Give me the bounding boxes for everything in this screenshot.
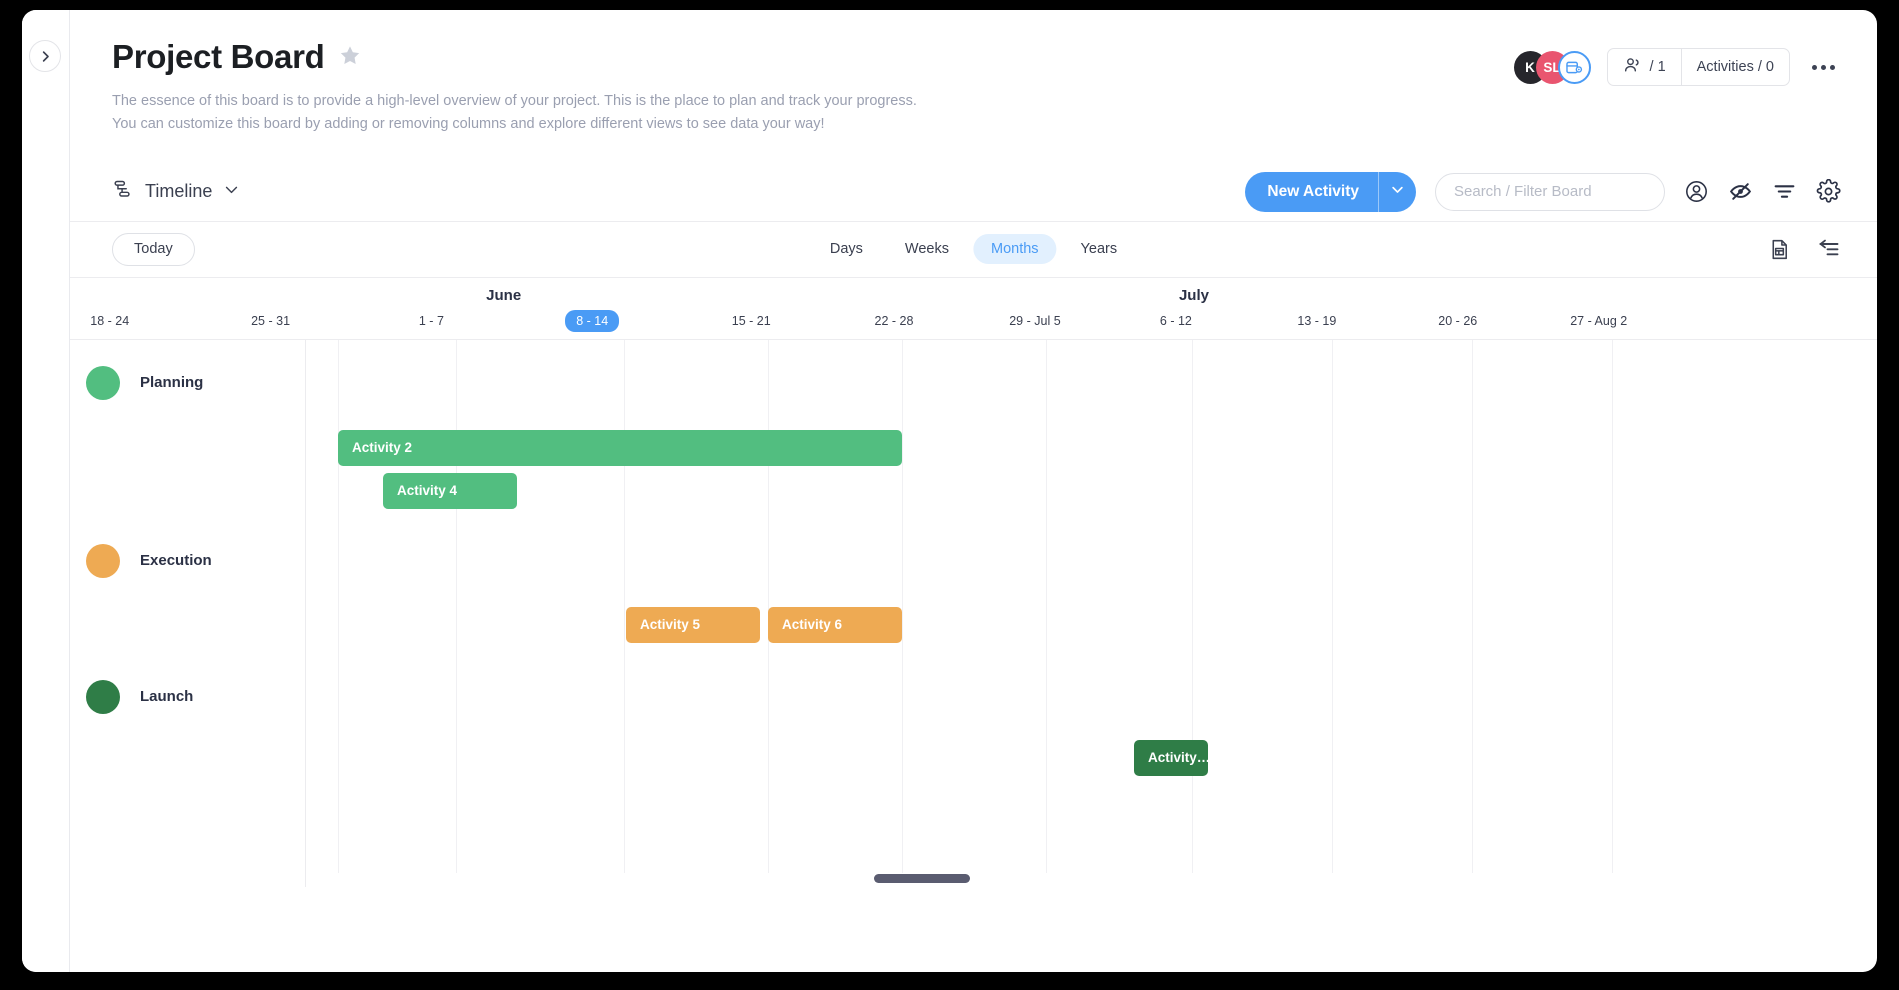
board-description: The essence of this board is to provide … — [112, 93, 917, 133]
zoom-level-tabs: Days Weeks Months Years — [812, 234, 1136, 265]
chevron-right-icon — [38, 49, 53, 64]
new-activity-label: New Activity — [1267, 182, 1359, 200]
tab-months[interactable]: Months — [972, 234, 1057, 265]
group-label: Planning — [140, 374, 204, 392]
new-activity-dropdown[interactable] — [1378, 171, 1416, 212]
week-label-current[interactable]: 8 - 14 — [565, 309, 620, 332]
collapse-panel-icon[interactable] — [1817, 237, 1841, 261]
left-rail — [22, 10, 70, 972]
week-label[interactable]: 1 - 7 — [419, 314, 444, 328]
export-report-icon[interactable] — [1768, 238, 1791, 261]
page-title: Project Board — [112, 38, 325, 75]
sidebar-expand-button[interactable] — [29, 40, 61, 72]
timeline-body: Planning Execution Launch Activity 2 Act… — [70, 338, 1877, 887]
today-button[interactable]: Today — [112, 232, 195, 266]
week-label[interactable]: 29 - Jul 5 — [1009, 314, 1060, 328]
search-input[interactable] — [1435, 172, 1665, 211]
horizontal-scrollbar[interactable] — [70, 872, 1877, 887]
board-toolbar: Timeline New Activity — [70, 163, 1877, 221]
group-color-dot — [86, 679, 120, 714]
month-label: July — [1178, 286, 1209, 304]
eye-off-icon[interactable] — [1728, 179, 1753, 204]
tab-weeks[interactable]: Weeks — [887, 234, 967, 264]
members-icon — [1623, 55, 1643, 79]
timeline-icon — [112, 178, 134, 205]
gear-icon[interactable] — [1816, 179, 1841, 204]
group-label: Execution — [140, 552, 212, 570]
group-row-planning[interactable]: Planning — [70, 365, 306, 400]
board-header: Project Board The essence of this board … — [70, 10, 1877, 137]
header-right-cluster: K SL / 1 Activities / 0 — [1513, 48, 1841, 86]
star-icon[interactable] — [339, 44, 361, 71]
activity-bar[interactable]: Activity 4 — [383, 472, 517, 509]
activity-bar[interactable]: Activity 5 — [626, 606, 760, 643]
timeline-header: June July 18 - 24 25 - 31 1 - 7 8 - 14 1… — [70, 276, 1877, 340]
board-view-icon[interactable] — [1557, 50, 1591, 84]
group-row-launch[interactable]: Launch — [70, 679, 306, 714]
week-label[interactable]: 20 - 26 — [1438, 314, 1477, 328]
view-label: Timeline — [145, 181, 213, 202]
person-circle-icon[interactable] — [1684, 179, 1709, 204]
toolbar-right: New Activity — [1245, 171, 1841, 212]
new-activity-button[interactable]: New Activity — [1245, 171, 1416, 212]
main-content: Project Board The essence of this board … — [70, 10, 1877, 972]
members-counter[interactable]: / 1 — [1608, 49, 1681, 85]
activity-bar[interactable]: Activity 6 — [768, 606, 902, 643]
activities-counter[interactable]: Activities / 0 — [1680, 49, 1789, 85]
timeline-control-bar: Today Days Weeks Months Years — [70, 220, 1877, 277]
week-scale: 18 - 24 25 - 31 1 - 7 8 - 14 15 - 21 22 … — [70, 309, 1877, 340]
filter-icon[interactable] — [1772, 179, 1797, 204]
month-scale: June July — [70, 278, 1877, 312]
activity-bar[interactable]: Activity… — [1134, 739, 1208, 776]
week-label[interactable]: 25 - 31 — [251, 314, 290, 328]
tab-days[interactable]: Days — [812, 234, 881, 264]
timeline-grid[interactable]: Activity 2 Activity 4 Activity 5 Activit… — [306, 339, 1877, 887]
week-label[interactable]: 18 - 24 — [90, 314, 129, 328]
week-label[interactable]: 27 - Aug 2 — [1570, 314, 1627, 328]
view-selector[interactable]: Timeline — [112, 178, 240, 205]
more-options-icon[interactable] — [1806, 59, 1841, 76]
group-row-execution[interactable]: Execution — [70, 543, 306, 578]
activity-bar[interactable]: Activity 2 — [338, 429, 902, 466]
month-label: June — [486, 286, 522, 304]
week-label[interactable]: 13 - 19 — [1297, 314, 1336, 328]
chevron-down-icon — [1390, 182, 1405, 202]
tab-years[interactable]: Years — [1063, 234, 1136, 264]
group-label: Launch — [140, 688, 194, 706]
week-label[interactable]: 22 - 28 — [875, 314, 914, 328]
group-gutter: Planning Execution Launch — [70, 339, 306, 887]
group-color-dot — [86, 365, 120, 400]
app-window: Project Board The essence of this board … — [22, 10, 1877, 972]
scrollbar-thumb[interactable] — [874, 873, 970, 883]
timeline-bar-right — [1768, 237, 1841, 261]
week-label[interactable]: 6 - 12 — [1160, 314, 1192, 328]
chevron-down-icon — [223, 181, 240, 203]
members-count-label: / 1 — [1649, 59, 1666, 75]
avatar-group: K SL — [1513, 50, 1591, 84]
counter-group: / 1 Activities / 0 — [1606, 48, 1790, 86]
group-color-dot — [86, 543, 120, 578]
week-label[interactable]: 15 - 21 — [732, 314, 771, 328]
